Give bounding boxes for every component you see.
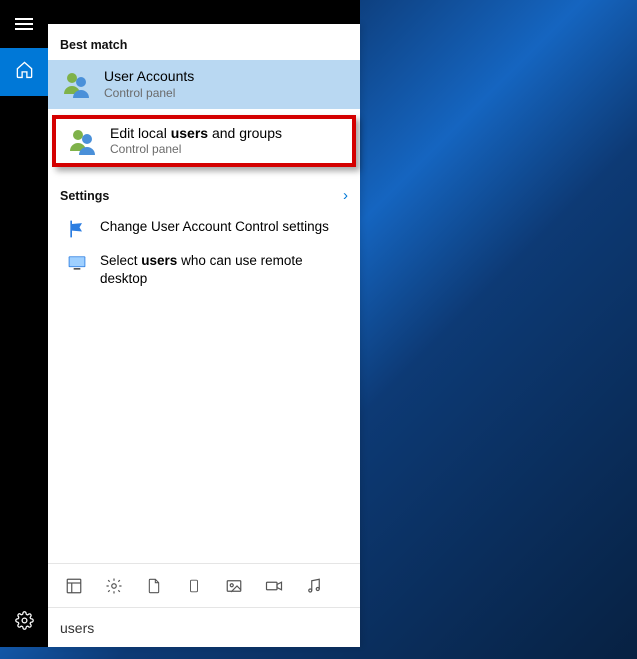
filter-documents-button[interactable] [144, 576, 164, 596]
home-icon [15, 60, 34, 84]
monitor-icon [66, 252, 88, 274]
local-users-groups-icon [66, 125, 98, 157]
result-text: Change User Account Control settings [100, 218, 329, 236]
filter-music-button[interactable] [304, 576, 324, 596]
filter-settings-button[interactable] [104, 576, 124, 596]
best-match-label: Best match [60, 38, 127, 52]
result-text: Select users who can use remote desktop [100, 252, 348, 288]
result-text: User Accounts Control panel [104, 68, 194, 101]
flag-icon [66, 218, 88, 240]
result-edit-local-users-and-groups[interactable]: Edit local users and groups Control pane… [52, 115, 356, 168]
settings-button[interactable] [0, 599, 48, 647]
gear-icon [15, 611, 34, 635]
result-remote-desktop-users[interactable]: Select users who can use remote desktop [48, 246, 360, 294]
top-black-strip [48, 0, 360, 24]
result-title: User Accounts [104, 68, 194, 86]
result-title: Edit local users and groups [110, 125, 282, 143]
search-input-container [48, 607, 360, 647]
hamburger-menu-button[interactable] [0, 0, 48, 48]
result-text: Edit local users and groups Control pane… [110, 125, 282, 158]
settings-label: Settings [60, 189, 109, 203]
filter-photos-button[interactable] [224, 576, 244, 596]
settings-header[interactable]: Settings › [48, 173, 360, 212]
search-filter-row [48, 563, 360, 607]
result-subtitle: Control panel [110, 142, 282, 157]
start-nav-rail [0, 0, 48, 647]
result-subtitle: Control panel [104, 86, 194, 101]
chevron-right-icon: › [343, 187, 348, 204]
result-uac-settings[interactable]: Change User Account Control settings [48, 212, 360, 246]
best-match-header: Best match [48, 24, 360, 60]
user-accounts-icon [60, 68, 92, 100]
result-user-accounts[interactable]: User Accounts Control panel [48, 60, 360, 109]
search-results-panel: Best match User Accounts Control panel [48, 24, 360, 647]
search-input[interactable] [60, 620, 348, 636]
filter-folders-button[interactable] [184, 576, 204, 596]
filter-videos-button[interactable] [264, 576, 284, 596]
home-button[interactable] [0, 48, 48, 96]
hamburger-icon [15, 15, 33, 33]
filter-apps-button[interactable] [64, 576, 84, 596]
